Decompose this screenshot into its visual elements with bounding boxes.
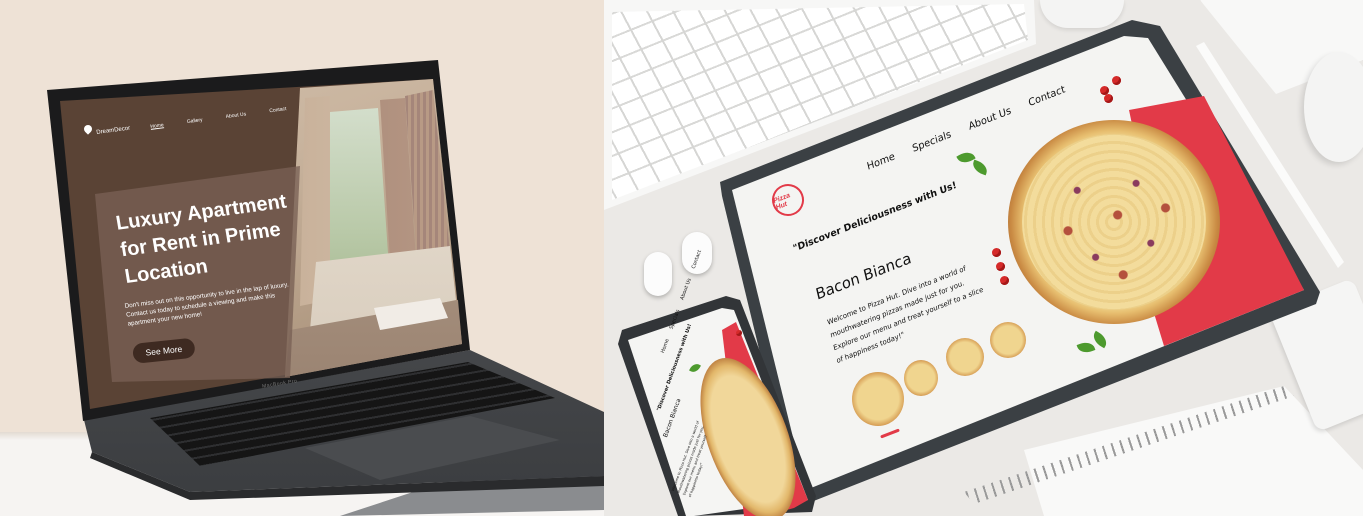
nav-about[interactable]: About Us [679,278,692,301]
mouse [1040,0,1124,28]
coffee-cup [1304,52,1363,162]
tomato-icon [736,330,742,336]
tomato-icon [996,262,1005,271]
menu-pizza-thumbnail[interactable] [946,338,984,376]
tomato-icon [1112,76,1121,85]
menu-pizza-thumbnail[interactable] [852,372,904,426]
hero-pizza-image [1008,120,1220,324]
tomato-icon [1000,276,1009,285]
laptop-mockup-panel: DreamDecor Home Gallery About Us Contact… [0,0,604,516]
pizza-mockup-panel: Pizza Hut Home Specials About Us Contact… [604,0,1363,516]
menu-pizza-thumbnail[interactable] [904,360,938,396]
tomato-icon [992,248,1001,257]
menu-pizza-thumbnail[interactable] [990,322,1026,358]
earbud-left [644,252,672,296]
tomato-icon [1104,94,1113,103]
